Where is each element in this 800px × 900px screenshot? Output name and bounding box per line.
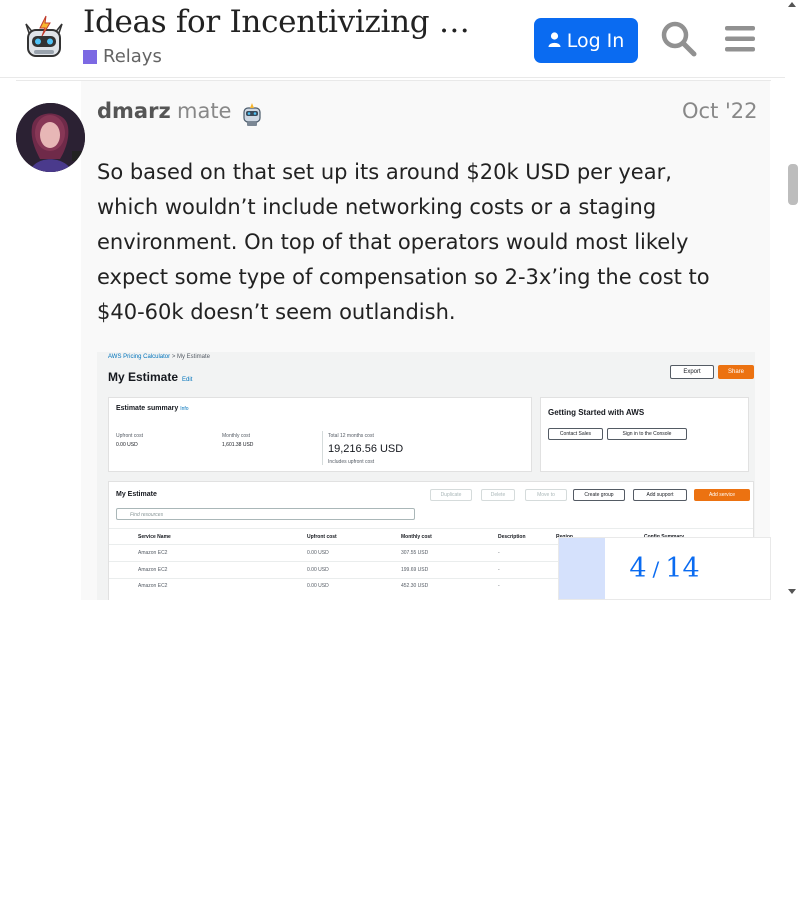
aws-total-label: Total 12 months cost (328, 433, 374, 439)
aws-upfront-value: 0.00 USD (116, 442, 138, 448)
aws-getting-started-title: Getting Started with AWS (548, 408, 645, 417)
aws-add-support-button: Add support (633, 489, 687, 501)
post-user-title: mate (177, 99, 232, 123)
aws-summary-divider (322, 431, 323, 465)
aws-col-service: Service Name (138, 534, 171, 540)
aws-table-header-line (109, 528, 753, 529)
page-viewport: Ideas for Incentivizing Relays Relays Lo… (0, 0, 800, 600)
aws-row-desc: - (498, 583, 500, 589)
scroll-thumb[interactable] (788, 164, 798, 205)
scroll-down-arrow-icon[interactable] (788, 589, 796, 594)
aws-export-button: Export (670, 365, 714, 379)
category-badge[interactable]: Relays (83, 46, 162, 67)
user-icon (548, 30, 561, 52)
aws-row-desc: - (498, 567, 500, 573)
aws-total-value: 19,216.56 USD (328, 443, 404, 455)
post-date[interactable]: Oct '22 (682, 99, 757, 123)
aws-row-upfront: 0.00 USD (307, 567, 329, 573)
aws-col-monthly: Monthly cost (401, 534, 432, 540)
aws-search-placeholder: Find resources (130, 512, 164, 518)
aws-row-monthly: 452.30 USD (401, 583, 429, 589)
login-button[interactable]: Log In (534, 18, 638, 63)
aws-col-upfront: Upfront cost (307, 534, 337, 540)
aws-breadcrumb-current: My Estimate (177, 354, 211, 360)
aws-summary-title-text: Estimate summary (116, 405, 179, 412)
aws-row-upfront: 0.00 USD (307, 583, 329, 589)
post-body: So based on that set up its around $20k … (97, 160, 710, 324)
aws-estimate-table-title: My Estimate (116, 491, 157, 498)
aws-col-description: Description (498, 534, 526, 540)
aws-create-group-button: Create group (573, 489, 625, 501)
aws-row-monthly: 199.69 USD (401, 567, 429, 573)
hamburger-menu-icon[interactable] (720, 20, 760, 58)
aws-breadcrumb: AWS Pricing Calculator > My Estimate (108, 354, 210, 360)
aws-heading: My Estimate Edit (108, 370, 192, 384)
category-color-swatch (83, 49, 97, 64)
aws-share-button: Share (718, 365, 754, 379)
aws-row-service: Amazon EC2 (138, 550, 168, 556)
progress-current: 4 (629, 553, 647, 584)
aws-upfront-label: Upfront cost (116, 433, 143, 439)
search-icon[interactable] (660, 20, 698, 58)
aws-monthly-value: 1,601.38 USD (222, 442, 254, 448)
topic-title[interactable]: Ideas for Incentivizing Relays (83, 4, 483, 40)
scrollbar[interactable] (785, 0, 800, 600)
progress-separator: / (652, 556, 660, 581)
login-label: Log In (566, 29, 625, 52)
aws-sign-in-button: Sign in to the Console (607, 428, 687, 440)
progress-total: 14 (665, 553, 700, 584)
aws-move-button: Move to (525, 489, 567, 501)
aws-edit-link: Edit (182, 377, 193, 383)
aws-row-service: Amazon EC2 (138, 583, 168, 589)
aws-row-service: Amazon EC2 (138, 567, 168, 573)
aws-row-monthly: 307.55 USD (401, 550, 429, 556)
progress-text: 4 / 14 (559, 538, 770, 599)
aws-add-service-button: Add service (694, 489, 750, 501)
aws-summary-info: Info (180, 406, 189, 412)
site-header: Ideas for Incentivizing Relays Relays Lo… (0, 0, 785, 78)
aws-summary-title: Estimate summary Info (116, 405, 189, 412)
aws-monthly-label: Monthly cost (222, 433, 251, 439)
aws-breadcrumb-separator: > (171, 354, 176, 360)
aws-row-desc: - (498, 550, 500, 556)
aws-heading-text: My Estimate (108, 370, 179, 384)
aws-estimate-summary-card: Estimate summary Info Upfront cost 0.00 … (108, 397, 532, 472)
aws-duplicate-button: Duplicate (430, 489, 472, 501)
robot-flair-icon (239, 102, 265, 128)
aws-search-box: Find resources (116, 508, 415, 520)
aws-contact-sales-button: Contact Sales (548, 428, 603, 440)
aws-breadcrumb-root: AWS Pricing Calculator (108, 354, 171, 360)
category-name: Relays (103, 46, 162, 67)
aws-total-note: Includes upfront cost (328, 459, 375, 465)
site-logo[interactable] (20, 12, 68, 62)
aws-row-upfront: 0.00 USD (307, 550, 329, 556)
post-username[interactable]: dmarz (97, 99, 171, 123)
aws-delete-button: Delete (481, 489, 515, 501)
avatar[interactable] (16, 103, 85, 172)
timeline-progress[interactable]: 4 / 14 (558, 537, 771, 600)
scroll-up-arrow-icon[interactable] (788, 2, 796, 7)
aws-getting-started-card: Getting Started with AWS Contact Sales S… (540, 397, 749, 472)
